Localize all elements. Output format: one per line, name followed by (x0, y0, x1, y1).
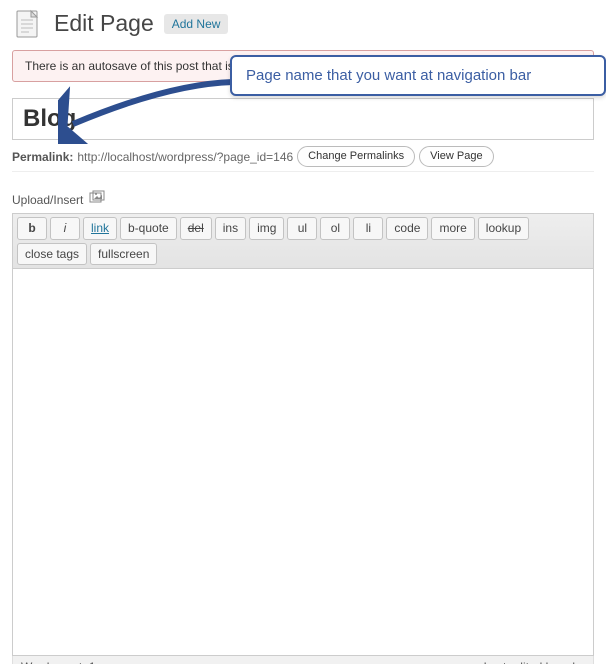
qt-del-button[interactable]: del (180, 217, 212, 239)
page-header: Edit Page Add New (12, 8, 594, 40)
qt-link-button[interactable]: link (83, 217, 117, 239)
qt-code-button[interactable]: code (386, 217, 428, 239)
qt-ul-button[interactable]: ul (287, 217, 317, 239)
last-edited: Last edited by adm (484, 660, 585, 664)
word-count: Word count: 1 (21, 660, 96, 664)
content-editor[interactable] (12, 268, 594, 656)
qt-bold-button[interactable]: b (17, 217, 47, 239)
view-page-button[interactable]: View Page (419, 146, 493, 167)
add-new-button[interactable]: Add New (164, 14, 229, 34)
page-icon (12, 8, 44, 40)
page-title: Edit Page (54, 11, 154, 36)
qt-ol-button[interactable]: ol (320, 217, 350, 239)
title-input[interactable] (23, 103, 583, 135)
qt-fullscreen-button[interactable]: fullscreen (90, 243, 157, 265)
quicktags-toolbar: b i link b-quote del ins img ul ol li co… (12, 213, 594, 268)
qt-more-button[interactable]: more (431, 217, 474, 239)
change-permalinks-button[interactable]: Change Permalinks (297, 146, 415, 167)
permalink-row: Permalink: http://localhost/wordpress/?p… (12, 146, 594, 172)
annotation-callout: Page name that you want at navigation ba… (230, 55, 606, 96)
upload-insert-row: Upload/Insert (12, 190, 594, 209)
qt-ins-button[interactable]: ins (215, 217, 246, 239)
qt-img-button[interactable]: img (249, 217, 284, 239)
add-media-icon[interactable] (89, 190, 105, 209)
editor-status-bar: Word count: 1 Last edited by adm (12, 656, 594, 664)
qt-bquote-button[interactable]: b-quote (120, 217, 177, 239)
qt-close-tags-button[interactable]: close tags (17, 243, 87, 265)
permalink-label: Permalink: (12, 150, 73, 164)
upload-insert-label: Upload/Insert (12, 193, 83, 207)
qt-li-button[interactable]: li (353, 217, 383, 239)
qt-lookup-button[interactable]: lookup (478, 217, 529, 239)
permalink-url: http://localhost/wordpress/?page_id=146 (77, 150, 293, 164)
title-wrap (12, 98, 594, 140)
qt-italic-button[interactable]: i (50, 217, 80, 239)
